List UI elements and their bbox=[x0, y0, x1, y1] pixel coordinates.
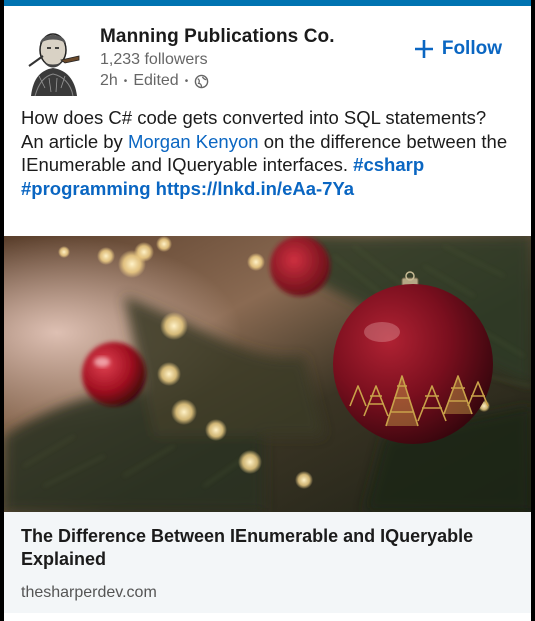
mention-link[interactable]: Morgan Kenyon bbox=[128, 131, 259, 152]
plus-icon bbox=[414, 40, 433, 58]
post-time: 2h bbox=[100, 72, 118, 89]
post-image[interactable] bbox=[4, 236, 531, 512]
post-meta: 2h • Edited • bbox=[100, 72, 209, 90]
meta-separator-2: • bbox=[184, 75, 189, 87]
card-bottom-spacer bbox=[4, 613, 531, 621]
post-url-link[interactable]: https://lnkd.in/eAa-7Ya bbox=[156, 178, 354, 199]
hashtag-csharp[interactable]: #csharp bbox=[353, 154, 424, 175]
company-avatar[interactable] bbox=[21, 26, 85, 98]
link-preview-domain: thesharperdev.com bbox=[21, 584, 157, 601]
christmas-ornament-image bbox=[4, 236, 531, 512]
edited-label: Edited bbox=[133, 72, 179, 89]
link-preview-card[interactable]: The Difference Between IEnumerable and I… bbox=[4, 512, 531, 613]
post-body-text: How does C# code gets converted into SQL… bbox=[21, 106, 511, 200]
post-header: Manning Publications Co. 1,233 followers… bbox=[4, 6, 531, 98]
feed-post-card: Manning Publications Co. 1,233 followers… bbox=[4, 0, 531, 621]
follow-button[interactable]: Follow bbox=[414, 38, 502, 60]
globe-icon bbox=[194, 74, 209, 88]
company-name[interactable]: Manning Publications Co. bbox=[100, 26, 335, 48]
link-preview-title[interactable]: The Difference Between IEnumerable and I… bbox=[21, 525, 501, 571]
hashtag-programming[interactable]: #programming bbox=[21, 178, 151, 199]
follow-label: Follow bbox=[441, 38, 502, 59]
meta-separator: • bbox=[123, 75, 128, 87]
follower-count: 1,233 followers bbox=[100, 51, 208, 68]
